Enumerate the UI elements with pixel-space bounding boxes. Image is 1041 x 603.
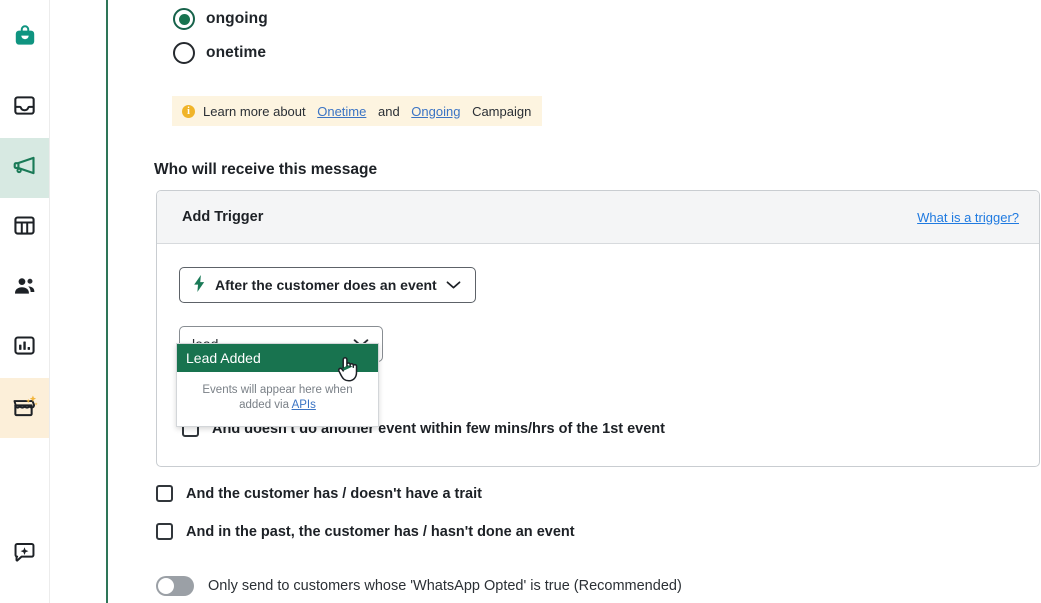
dropdown-option-label: Lead Added bbox=[186, 350, 261, 366]
apis-link[interactable]: APIs bbox=[292, 399, 316, 411]
onetime-link[interactable]: Onetime bbox=[317, 104, 366, 119]
info-banner-prefix: Learn more about bbox=[203, 104, 309, 119]
sidebar-item-contacts[interactable] bbox=[0, 258, 49, 318]
whatsapp-opted-label: Only send to customers whose 'WhatsApp O… bbox=[208, 578, 682, 594]
whatsapp-opted-toggle[interactable] bbox=[156, 576, 194, 596]
bar-chart-icon bbox=[12, 333, 37, 363]
sidebar-item-products[interactable] bbox=[0, 8, 49, 68]
chevron-down-icon bbox=[446, 278, 461, 293]
sidebar-item-ai-chat[interactable] bbox=[0, 525, 49, 585]
event-type-dropdown-button[interactable]: After the customer does an event bbox=[179, 267, 476, 303]
radio-onetime-control[interactable] bbox=[173, 42, 195, 64]
radio-ongoing-label: ongoing bbox=[206, 10, 268, 28]
sidebar-item-templates[interactable] bbox=[0, 198, 49, 258]
toggle-knob bbox=[158, 578, 174, 594]
campaign-form-content: ongoing onetime i Learn more about Oneti… bbox=[108, 0, 1041, 603]
radio-option-onetime[interactable]: onetime bbox=[173, 36, 268, 70]
sidebar-item-inbox[interactable] bbox=[0, 78, 49, 138]
bolt-icon bbox=[193, 275, 206, 295]
inbox-icon bbox=[12, 93, 37, 123]
add-trigger-title: Add Trigger bbox=[182, 209, 263, 225]
sidebar-item-campaigns[interactable] bbox=[0, 138, 49, 198]
info-banner-suffix: Campaign bbox=[468, 104, 531, 119]
radio-option-ongoing[interactable]: ongoing bbox=[173, 2, 268, 36]
checkbox-past-event[interactable] bbox=[156, 523, 173, 540]
event-type-label: After the customer does an event bbox=[215, 277, 437, 293]
dropdown-empty-line1: Events will appear here when bbox=[202, 384, 352, 396]
campaign-type-radio-group: ongoing onetime bbox=[173, 2, 268, 70]
sidebar-item-commerce[interactable] bbox=[0, 378, 49, 438]
dropdown-empty-hint: Events will appear here when added via A… bbox=[177, 372, 378, 426]
radio-selected-dot bbox=[179, 14, 190, 25]
section-heading-audience: Who will receive this message bbox=[154, 161, 377, 179]
checkbox-row-customer-trait[interactable]: And the customer has / doesn't have a tr… bbox=[156, 485, 482, 502]
chat-sparkle-icon bbox=[12, 540, 37, 570]
ongoing-link[interactable]: Ongoing bbox=[411, 104, 460, 119]
add-trigger-card-header: Add Trigger What is a trigger? bbox=[157, 191, 1039, 244]
bag-icon bbox=[12, 23, 38, 54]
layout-icon bbox=[12, 213, 37, 243]
checkbox-row-past-event[interactable]: And in the past, the customer has / hasn… bbox=[156, 523, 575, 540]
whatsapp-opted-toggle-row[interactable]: Only send to customers whose 'WhatsApp O… bbox=[156, 576, 682, 596]
checkbox-past-event-label: And in the past, the customer has / hasn… bbox=[186, 524, 575, 540]
sidebar-item-analytics[interactable] bbox=[0, 318, 49, 378]
info-icon: i bbox=[182, 105, 195, 118]
checkbox-customer-trait[interactable] bbox=[156, 485, 173, 502]
storefront-sparkle-icon bbox=[10, 391, 40, 426]
radio-onetime-label: onetime bbox=[206, 44, 266, 62]
info-banner: i Learn more about Onetime and Ongoing C… bbox=[172, 96, 542, 126]
info-banner-middle: and bbox=[374, 104, 403, 119]
checkbox-customer-trait-label: And the customer has / doesn't have a tr… bbox=[186, 486, 482, 502]
dropdown-empty-line2-prefix: added via bbox=[239, 399, 291, 411]
people-icon bbox=[12, 273, 38, 304]
dropdown-option-lead-added[interactable]: Lead Added bbox=[177, 344, 378, 372]
what-is-a-trigger-link[interactable]: What is a trigger? bbox=[917, 210, 1019, 225]
left-icon-rail bbox=[0, 0, 50, 603]
megaphone-icon bbox=[11, 152, 38, 184]
event-options-dropdown[interactable]: Lead Added Events will appear here when … bbox=[176, 343, 379, 427]
radio-ongoing-control[interactable] bbox=[173, 8, 195, 30]
campaign-builder-screen: ongoing onetime i Learn more about Oneti… bbox=[0, 0, 1041, 603]
